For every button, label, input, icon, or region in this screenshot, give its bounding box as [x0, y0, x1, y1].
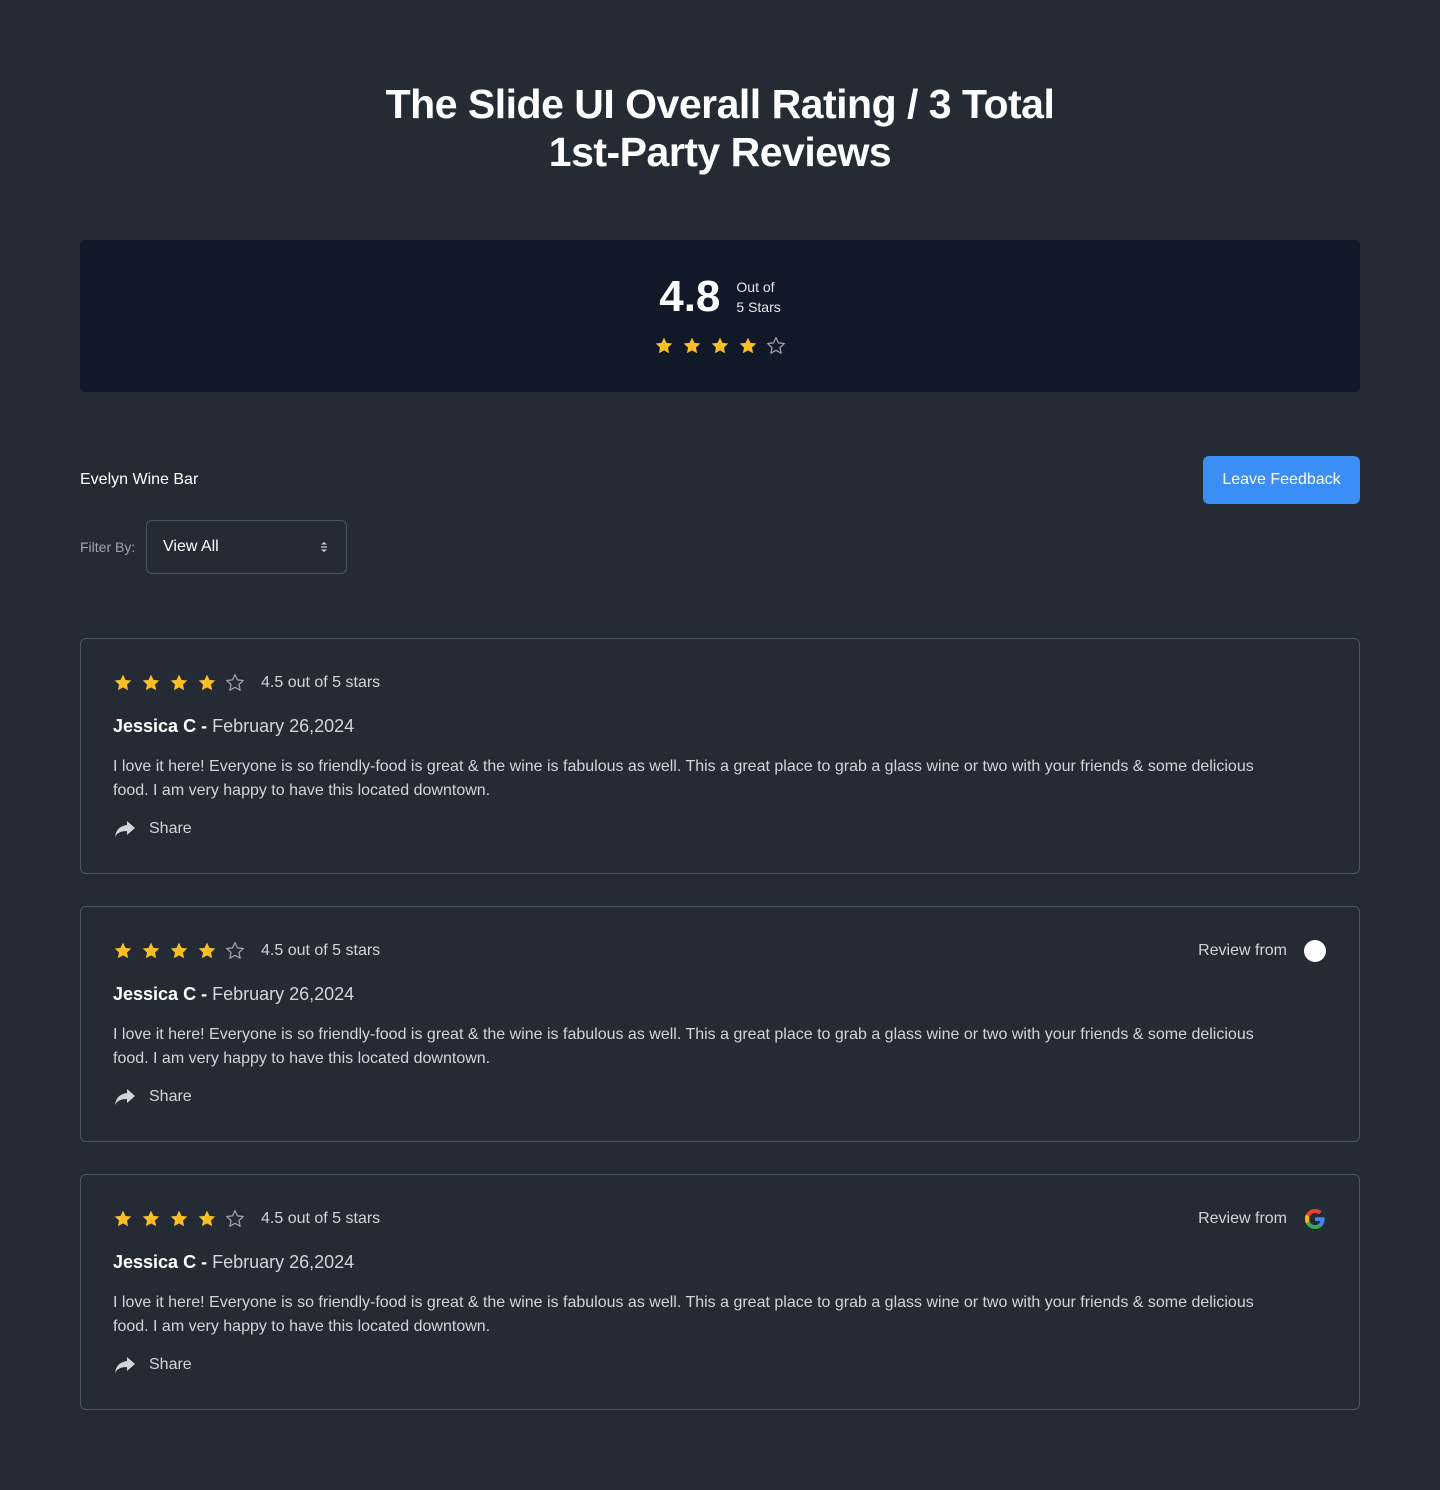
author-date-separator: -	[196, 716, 213, 736]
star-filled-icon	[169, 673, 189, 693]
white-circle-icon	[1304, 940, 1326, 962]
stars-scale-label: 5 Stars	[736, 299, 781, 315]
star-empty-icon	[225, 1209, 245, 1229]
star-filled-icon	[197, 941, 217, 961]
review-date: February 26,2024	[212, 984, 355, 1004]
star-filled-icon	[141, 1209, 161, 1229]
review-score-text: 4.5 out of 5 stars	[261, 942, 381, 959]
star-filled-icon	[141, 673, 161, 693]
out-of-label: Out of	[736, 279, 775, 295]
review-star-rating	[113, 941, 245, 961]
business-name: Evelyn Wine Bar	[80, 471, 199, 488]
share-button[interactable]: Share	[113, 819, 192, 839]
star-empty-icon	[766, 336, 786, 356]
reviews-page: The Slide UI Overall Rating / 3 Total 1s…	[0, 0, 1440, 1490]
review-card: 4.5 out of 5 stars Jessica C - February …	[80, 638, 1360, 874]
review-header: 4.5 out of 5 stars	[113, 672, 1327, 694]
share-button[interactable]: Share	[113, 1355, 192, 1375]
page-title: The Slide UI Overall Rating / 3 Total 1s…	[0, 80, 1440, 176]
rating-summary-row: 4.8 Out of 5 Stars	[80, 272, 1360, 322]
share-button[interactable]: Share	[113, 1087, 192, 1107]
share-label: Share	[149, 1356, 192, 1373]
review-from-label: Review from	[1198, 1210, 1287, 1227]
review-author-line: Jessica C - February 26,2024	[113, 714, 354, 738]
chevron-up-down-icon	[321, 542, 327, 552]
share-arrow-icon	[115, 1089, 135, 1105]
review-author-name: Jessica C	[113, 716, 197, 736]
filter-selected-value: View All	[163, 538, 219, 555]
share-label: Share	[149, 820, 192, 837]
review-author-line: Jessica C - February 26,2024	[113, 1250, 354, 1274]
review-body: I love it here! Everyone is so friendly-…	[113, 758, 1254, 799]
author-date-separator: -	[196, 984, 213, 1004]
review-author-line: Jessica C - February 26,2024	[113, 982, 354, 1006]
filter-label: Filter By:	[80, 539, 136, 555]
star-filled-icon	[197, 673, 217, 693]
review-header: 4.5 out of 5 stars Review from	[113, 940, 1327, 962]
star-filled-icon	[197, 1209, 217, 1229]
review-source: Review from	[1198, 1207, 1327, 1231]
review-source: Review from	[1198, 939, 1327, 963]
star-filled-icon	[169, 941, 189, 961]
star-filled-icon	[169, 1209, 189, 1229]
review-body: I love it here! Everyone is so friendly-…	[113, 1026, 1254, 1067]
review-date: February 26,2024	[212, 716, 355, 736]
star-filled-icon	[113, 941, 133, 961]
star-filled-icon	[113, 1209, 133, 1229]
star-filled-icon	[141, 941, 161, 961]
review-date: February 26,2024	[212, 1252, 355, 1272]
summary-star-rating	[80, 336, 1360, 356]
average-rating-value: 4.8	[659, 272, 721, 321]
star-filled-icon	[682, 336, 702, 356]
review-header: 4.5 out of 5 stars Review from	[113, 1208, 1327, 1230]
leave-feedback-button[interactable]: Leave Feedback	[1203, 456, 1360, 504]
author-date-separator: -	[196, 1252, 213, 1272]
share-arrow-icon	[115, 1357, 135, 1373]
review-card: 4.5 out of 5 stars Review from Jessica C…	[80, 1174, 1360, 1410]
review-from-label: Review from	[1198, 942, 1287, 959]
average-rating-scale: Out of 5 Stars	[736, 277, 780, 317]
share-label: Share	[149, 1088, 192, 1105]
review-author-name: Jessica C	[113, 984, 197, 1004]
review-card: 4.5 out of 5 stars Review from Jessica C…	[80, 906, 1360, 1142]
page-title-line-1: The Slide UI Overall Rating / 3 Total	[385, 81, 1055, 127]
filter-select[interactable]: View All	[146, 520, 347, 574]
rating-summary-panel: 4.8 Out of 5 Stars	[80, 240, 1360, 392]
star-filled-icon	[654, 336, 674, 356]
review-author-name: Jessica C	[113, 1252, 197, 1272]
review-score-text: 4.5 out of 5 stars	[261, 674, 381, 691]
review-star-rating	[113, 1209, 245, 1229]
page-title-line-2: 1st-Party Reviews	[548, 129, 892, 175]
google-icon	[1305, 1209, 1325, 1229]
star-empty-icon	[225, 941, 245, 961]
star-empty-icon	[225, 673, 245, 693]
review-body: I love it here! Everyone is so friendly-…	[113, 1294, 1254, 1335]
star-filled-icon	[113, 673, 133, 693]
share-arrow-icon	[115, 821, 135, 837]
review-star-rating	[113, 673, 245, 693]
star-filled-icon	[710, 336, 730, 356]
review-score-text: 4.5 out of 5 stars	[261, 1210, 381, 1227]
star-filled-icon	[738, 336, 758, 356]
